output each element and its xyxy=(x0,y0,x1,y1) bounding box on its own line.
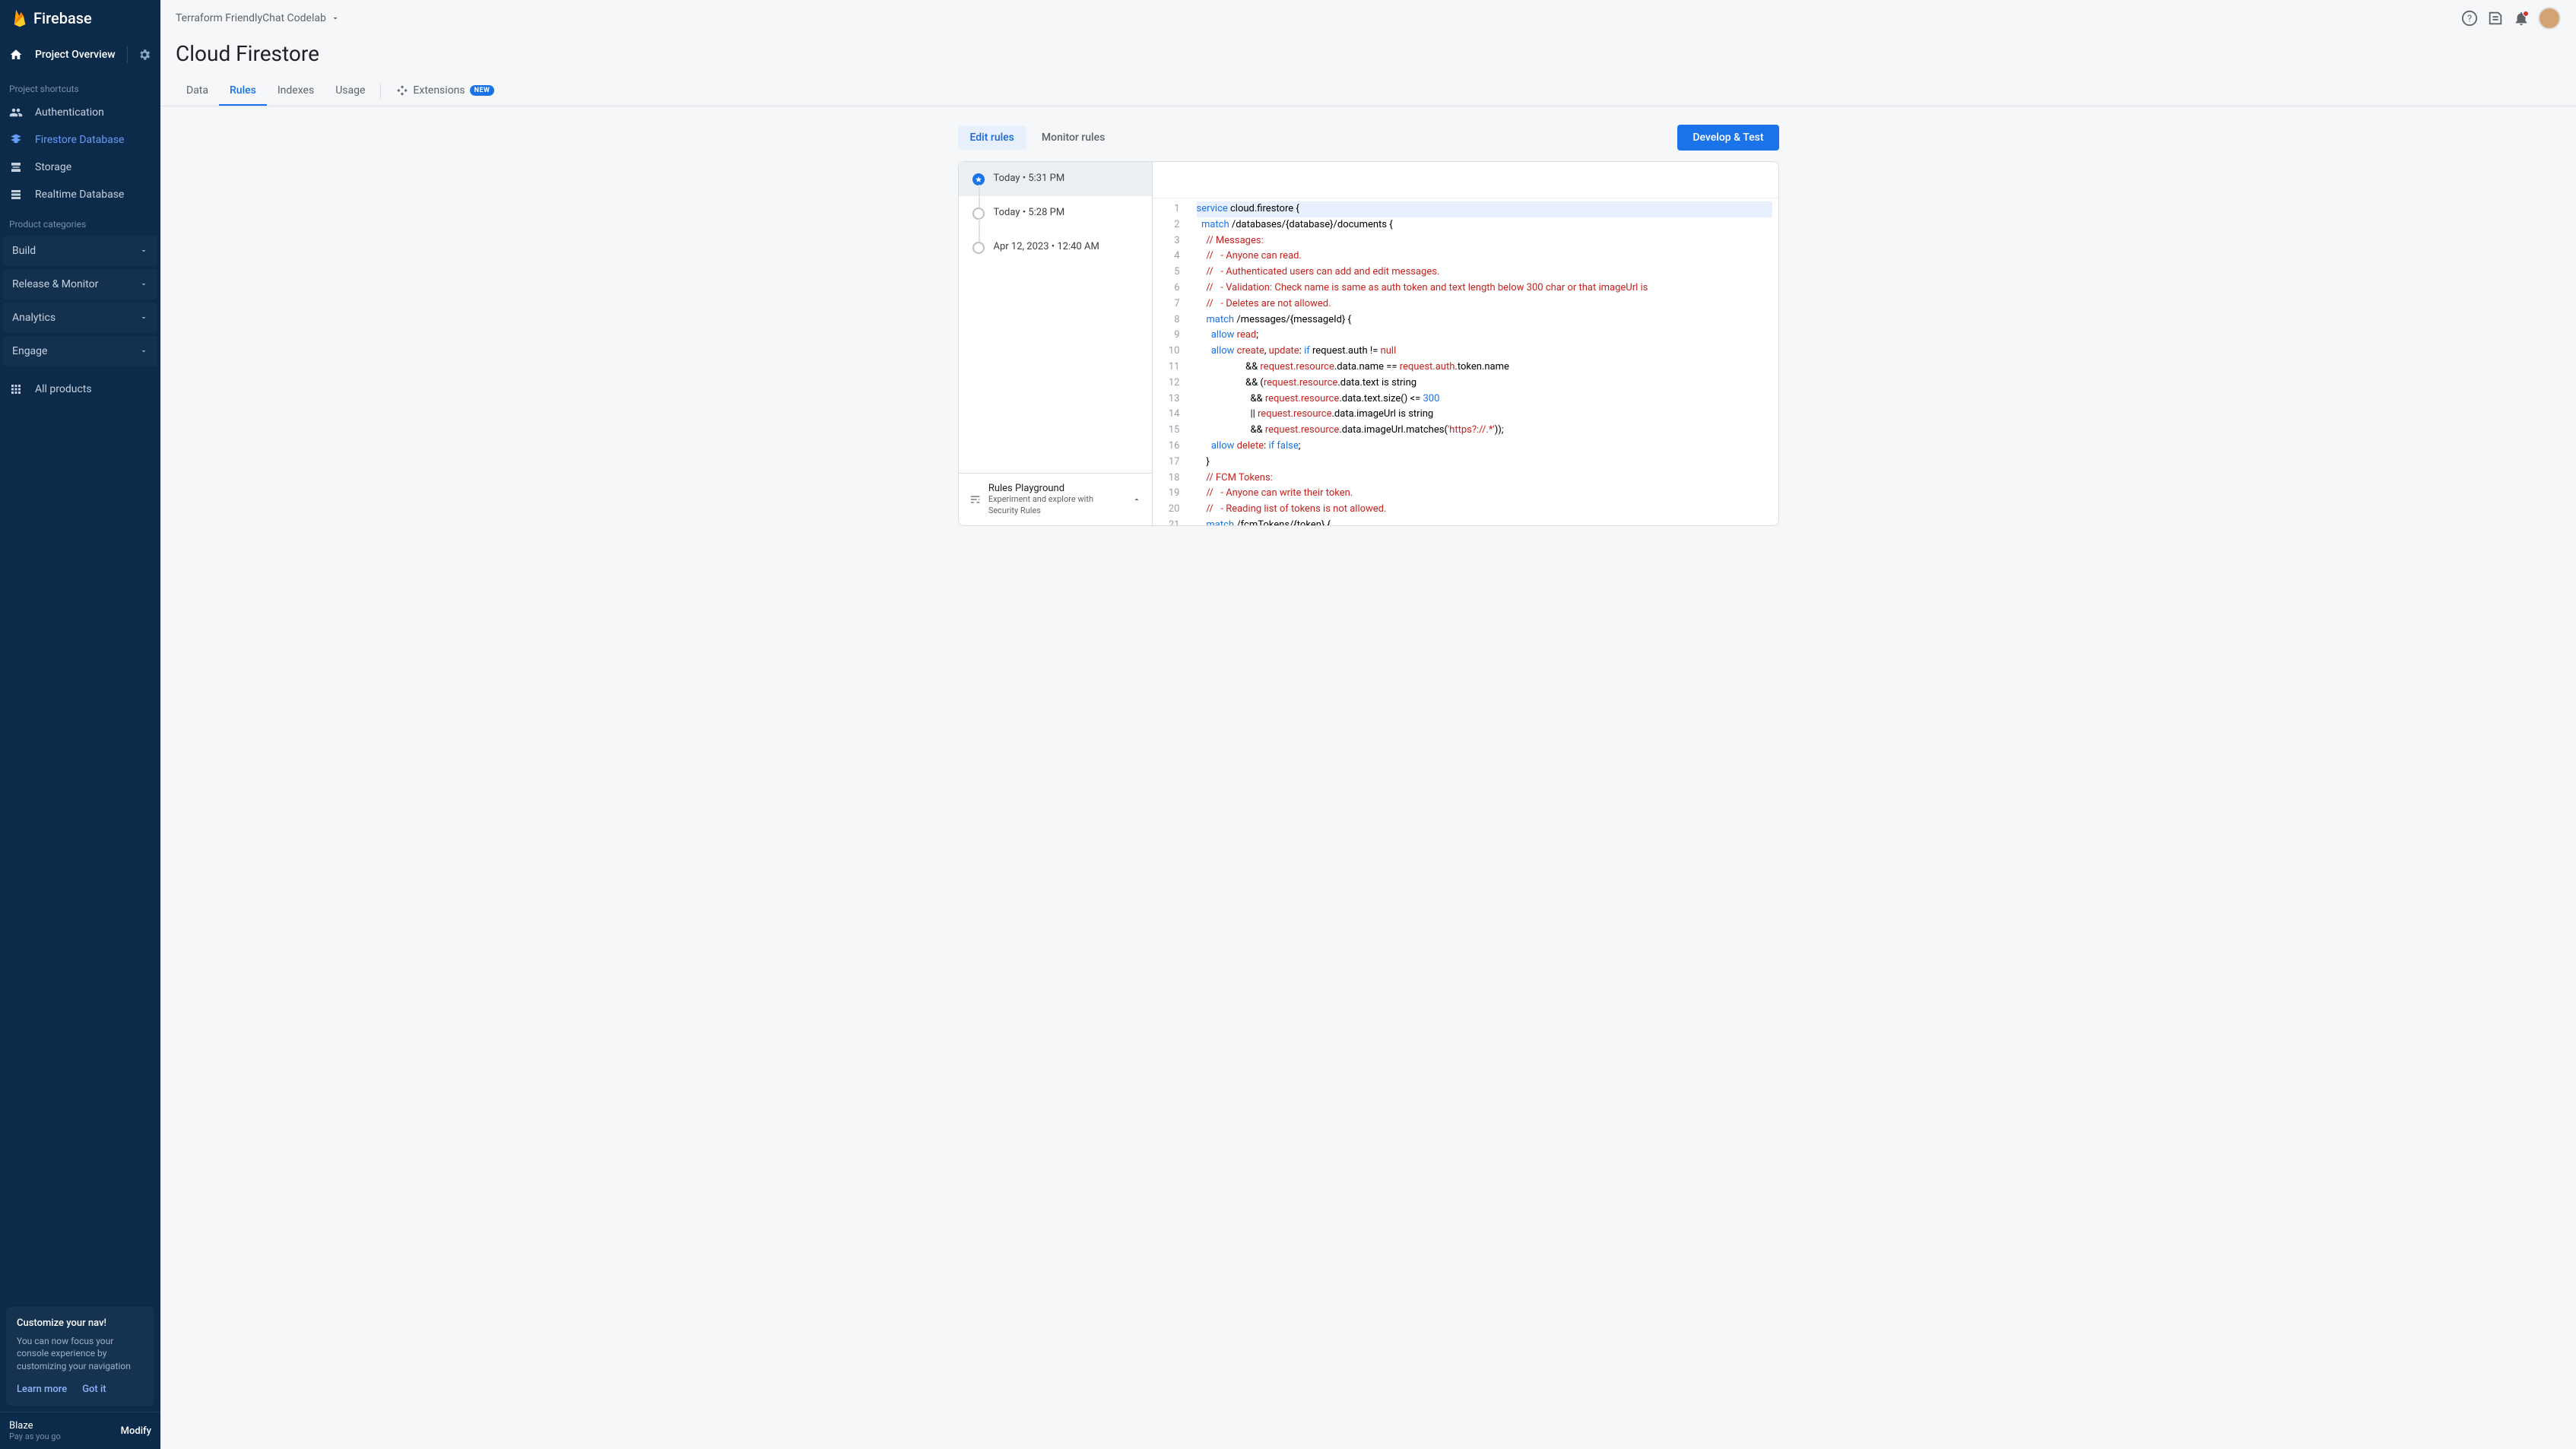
sidebar-item-storage[interactable]: Storage xyxy=(0,154,160,181)
category-label: Build xyxy=(12,245,36,257)
storage-icon xyxy=(9,160,23,174)
category-label: Engage xyxy=(12,345,47,357)
tab-indexes[interactable]: Indexes xyxy=(267,77,325,106)
main-content: Terraform FriendlyChat Codelab ? Cloud F… xyxy=(160,0,2576,1449)
help-icon[interactable]: ? xyxy=(2460,9,2479,27)
history-item[interactable]: Today • 5:28 PM xyxy=(959,196,1152,230)
nav-label: Realtime Database xyxy=(35,189,124,201)
project-overview-link[interactable]: Project Overview xyxy=(9,48,116,62)
category-engage[interactable]: Engage xyxy=(3,336,157,366)
category-analytics[interactable]: Analytics xyxy=(3,303,157,333)
category-release-monitor[interactable]: Release & Monitor xyxy=(3,269,157,300)
tab-data[interactable]: Data xyxy=(176,77,219,106)
sidebar-item-authentication[interactable]: Authentication xyxy=(0,99,160,126)
categories-section-label: Product categories xyxy=(0,208,160,234)
playground-sub: Experiment and explore with Security Rul… xyxy=(988,494,1125,516)
modify-plan-button[interactable]: Modify xyxy=(121,1425,151,1437)
extensions-label: Extensions xyxy=(413,84,465,97)
grid-icon xyxy=(9,382,23,396)
category-label: Analytics xyxy=(12,312,56,324)
star-marker-icon xyxy=(972,173,985,185)
chevron-down-icon xyxy=(139,347,148,356)
database-icon xyxy=(9,188,23,201)
history-time: Apr 12, 2023 • 12:40 AM xyxy=(994,241,1099,252)
firebase-brand[interactable]: Firebase xyxy=(0,0,160,36)
sidebar: Firebase Project Overview Project shortc… xyxy=(0,0,160,1449)
project-selector[interactable]: Terraform FriendlyChat Codelab xyxy=(176,12,340,24)
firestore-icon xyxy=(9,133,23,147)
tab-rules[interactable]: Rules xyxy=(219,77,267,106)
chevron-down-icon xyxy=(139,280,148,289)
history-item[interactable]: Today • 5:31 PM xyxy=(959,162,1152,196)
rules-playground-toggle[interactable]: Rules Playground Experiment and explore … xyxy=(959,473,1152,525)
code-content[interactable]: service cloud.firestore { match /databas… xyxy=(1191,198,1778,525)
shortcuts-section-label: Project shortcuts xyxy=(0,73,160,99)
project-name: Terraform FriendlyChat Codelab xyxy=(176,12,326,24)
tab-divider xyxy=(380,83,381,100)
dropdown-icon xyxy=(331,14,340,23)
extensions-icon xyxy=(396,84,408,97)
project-overview-row: Project Overview xyxy=(0,36,160,73)
edit-rules-button[interactable]: Edit rules xyxy=(958,125,1026,150)
tune-icon xyxy=(969,493,981,506)
notifications-icon[interactable] xyxy=(2512,9,2530,27)
new-badge: NEW xyxy=(470,85,495,96)
page-tabs: Data Rules Indexes Usage Extensions NEW xyxy=(160,77,2576,106)
user-avatar[interactable] xyxy=(2538,7,2561,30)
chevron-down-icon xyxy=(139,313,148,322)
nav-label: Storage xyxy=(35,161,71,173)
rules-panel: Today • 5:31 PM Today • 5:28 PM Apr 12, … xyxy=(958,161,1779,526)
develop-test-button[interactable]: Develop & Test xyxy=(1677,125,1778,151)
sidebar-item-all-products[interactable]: All products xyxy=(0,376,160,403)
divider xyxy=(127,46,128,63)
docs-icon[interactable] xyxy=(2486,9,2505,27)
people-icon xyxy=(9,106,23,119)
history-time: Today • 5:31 PM xyxy=(994,173,1065,184)
home-icon xyxy=(9,48,23,62)
nav-label: All products xyxy=(35,383,92,395)
category-label: Release & Monitor xyxy=(12,278,98,290)
rules-editor: 1 2 3 4 5 6 7 8 9 10 11 12 13 14 15 16 1… xyxy=(1153,162,1778,525)
history-dot-icon xyxy=(972,242,985,254)
topbar: Terraform FriendlyChat Codelab ? xyxy=(160,0,2576,36)
promo-learn-more-link[interactable]: Learn more xyxy=(17,1384,67,1395)
history-pane: Today • 5:31 PM Today • 5:28 PM Apr 12, … xyxy=(959,162,1153,525)
sidebar-item-firestore[interactable]: Firestore Database xyxy=(0,126,160,154)
history-item[interactable]: Apr 12, 2023 • 12:40 AM xyxy=(959,230,1152,265)
monitor-rules-button[interactable]: Monitor rules xyxy=(1029,125,1117,150)
firebase-logo-icon xyxy=(12,8,27,28)
page-title: Cloud Firestore xyxy=(160,36,2576,77)
nav-label: Firestore Database xyxy=(35,134,124,146)
rules-header: Edit rules Monitor rules Develop & Test xyxy=(958,125,1779,151)
svg-text:?: ? xyxy=(2467,14,2472,25)
playground-title: Rules Playground xyxy=(988,483,1125,494)
history-dot-icon xyxy=(972,208,985,220)
project-overview-label: Project Overview xyxy=(35,49,116,61)
code-editor[interactable]: 1 2 3 4 5 6 7 8 9 10 11 12 13 14 15 16 1… xyxy=(1153,198,1778,525)
nav-label: Authentication xyxy=(35,106,104,119)
line-gutter: 1 2 3 4 5 6 7 8 9 10 11 12 13 14 15 16 1… xyxy=(1153,198,1191,525)
history-time: Today • 5:28 PM xyxy=(994,207,1065,218)
settings-gear-icon[interactable] xyxy=(138,48,151,62)
plan-sub: Pay as you go xyxy=(9,1432,61,1441)
editor-toolbar xyxy=(1153,162,1778,198)
chevron-up-icon xyxy=(1132,494,1141,505)
promo-body: You can now focus your console experienc… xyxy=(17,1335,144,1373)
plan-name: Blaze xyxy=(9,1420,61,1432)
brand-text: Firebase xyxy=(33,9,92,27)
tab-extensions[interactable]: Extensions NEW xyxy=(385,77,505,106)
tab-usage[interactable]: Usage xyxy=(325,77,376,106)
category-build[interactable]: Build xyxy=(3,236,157,266)
notification-dot xyxy=(2523,11,2529,17)
sidebar-item-realtime-db[interactable]: Realtime Database xyxy=(0,181,160,208)
chevron-down-icon xyxy=(139,246,148,255)
promo-title: Customize your nav! xyxy=(17,1317,144,1329)
plan-row: Blaze Pay as you go Modify xyxy=(0,1412,160,1449)
promo-got-it-link[interactable]: Got it xyxy=(82,1384,106,1395)
promo-card: Customize your nav! You can now focus yo… xyxy=(6,1307,154,1406)
